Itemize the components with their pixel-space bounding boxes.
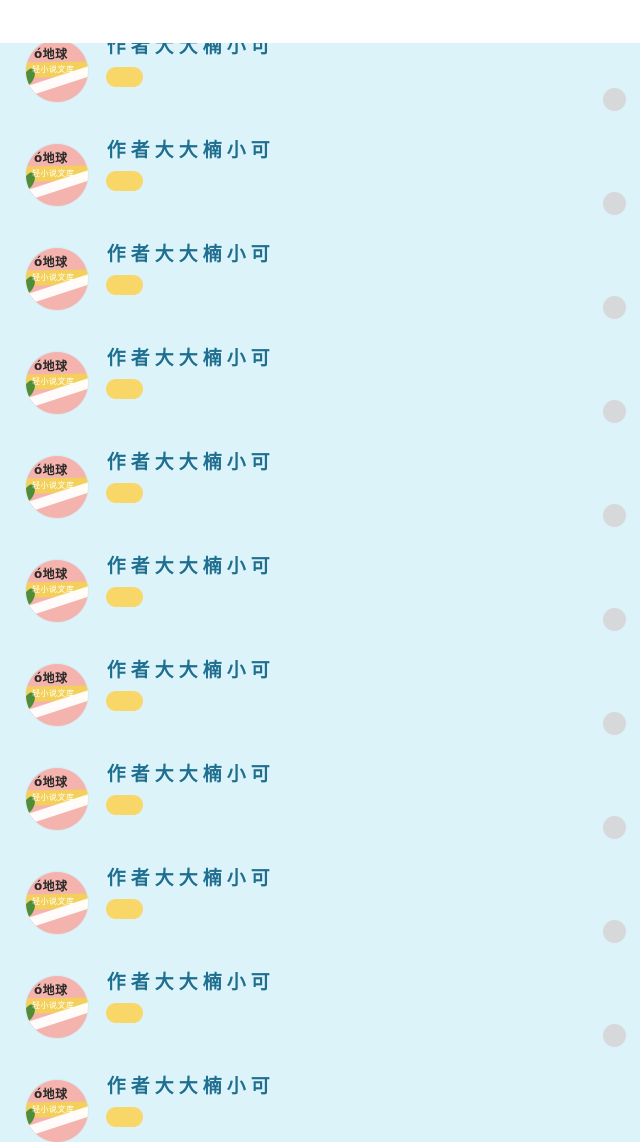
level-tag [106, 1107, 143, 1127]
level-tag [106, 691, 143, 711]
author-name: 作者大大楠小可 [107, 659, 276, 681]
avatar[interactable]: ó地球 轻小说文库 [26, 560, 88, 622]
level-tag [106, 795, 143, 815]
author-name: 作者大大楠小可 [107, 867, 276, 889]
level-tag [106, 171, 143, 191]
list-item[interactable]: ó地球 轻小说文库 作者大大楠小可 [0, 407, 640, 527]
avatar-logo-subtext: 轻小说文库 [32, 793, 75, 802]
list-item[interactable]: ó地球 轻小说文库 作者大大楠小可 [0, 303, 640, 423]
avatar[interactable]: ó地球 轻小说文库 [26, 144, 88, 206]
avatar[interactable]: ó地球 轻小说文库 [26, 1080, 88, 1142]
author-name: 作者大大楠小可 [107, 139, 276, 161]
avatar-logo-text: ó地球 [34, 47, 68, 61]
avatar-logo-text: ó地球 [34, 983, 68, 997]
avatar[interactable]: ó地球 轻小说文库 [26, 248, 88, 310]
author-name: 作者大大楠小可 [107, 555, 276, 577]
list-item[interactable]: ó地球 轻小说文库 作者大大楠小可 [0, 823, 640, 943]
avatar[interactable]: ó地球 轻小说文库 [26, 976, 88, 1038]
avatar-logo-subtext: 轻小说文库 [32, 1001, 75, 1010]
author-name: 作者大大楠小可 [107, 451, 276, 473]
avatar-logo-subtext: 轻小说文库 [32, 897, 75, 906]
avatar-logo-subtext: 轻小说文库 [32, 481, 75, 490]
list-item[interactable]: ó地球 轻小说文库 作者大大楠小可 [0, 615, 640, 735]
avatar-logo-text: ó地球 [34, 1087, 68, 1101]
avatar-logo-subtext: 轻小说文库 [32, 1105, 75, 1114]
avatar-logo-text: ó地球 [34, 671, 68, 685]
level-tag [106, 587, 143, 607]
avatar[interactable]: ó地球 轻小说文库 [26, 40, 88, 102]
avatar-logo-subtext: 轻小说文库 [32, 169, 75, 178]
level-tag [106, 1003, 143, 1023]
avatar-logo-subtext: 轻小说文库 [32, 377, 75, 386]
avatar-logo-text: ó地球 [34, 151, 68, 165]
avatar-logo-subtext: 轻小说文库 [32, 273, 75, 282]
avatar-logo-text: ó地球 [34, 775, 68, 789]
author-list: ó地球 轻小说文库 作者大大楠小可 ó地球 轻小说文库 作者大大楠小可 ó地球 … [0, 0, 640, 1142]
author-name: 作者大大楠小可 [107, 763, 276, 785]
list-item[interactable]: ó地球 轻小说文库 作者大大楠小可 [0, 511, 640, 631]
avatar-logo-subtext: 轻小说文库 [32, 65, 75, 74]
author-name: 作者大大楠小可 [107, 971, 276, 993]
avatar-logo-text: ó地球 [34, 463, 68, 477]
level-tag [106, 483, 143, 503]
list-item[interactable]: ó地球 轻小说文库 作者大大楠小可 [0, 95, 640, 215]
avatar-logo-text: ó地球 [34, 879, 68, 893]
avatar-logo-subtext: 轻小说文库 [32, 689, 75, 698]
level-tag [106, 275, 143, 295]
avatar[interactable]: ó地球 轻小说文库 [26, 352, 88, 414]
avatar-logo-text: ó地球 [34, 359, 68, 373]
author-name: 作者大大楠小可 [107, 1075, 276, 1097]
avatar-logo-subtext: 轻小说文库 [32, 585, 75, 594]
list-item[interactable]: ó地球 轻小说文库 作者大大楠小可 [0, 927, 640, 1047]
author-name: 作者大大楠小可 [107, 243, 276, 265]
level-tag [106, 899, 143, 919]
avatar[interactable]: ó地球 轻小说文库 [26, 456, 88, 518]
top-header-bar [0, 0, 640, 43]
avatar[interactable]: ó地球 轻小说文库 [26, 768, 88, 830]
level-tag [106, 379, 143, 399]
avatar[interactable]: ó地球 轻小说文库 [26, 872, 88, 934]
avatar-logo-text: ó地球 [34, 567, 68, 581]
list-item[interactable]: ó地球 轻小说文库 作者大大楠小可 [0, 199, 640, 319]
level-tag [106, 67, 143, 87]
author-name: 作者大大楠小可 [107, 347, 276, 369]
list-item[interactable]: ó地球 轻小说文库 作者大大楠小可 [0, 1031, 640, 1142]
avatar[interactable]: ó地球 轻小说文库 [26, 664, 88, 726]
avatar-logo-text: ó地球 [34, 255, 68, 269]
list-item[interactable]: ó地球 轻小说文库 作者大大楠小可 [0, 719, 640, 839]
